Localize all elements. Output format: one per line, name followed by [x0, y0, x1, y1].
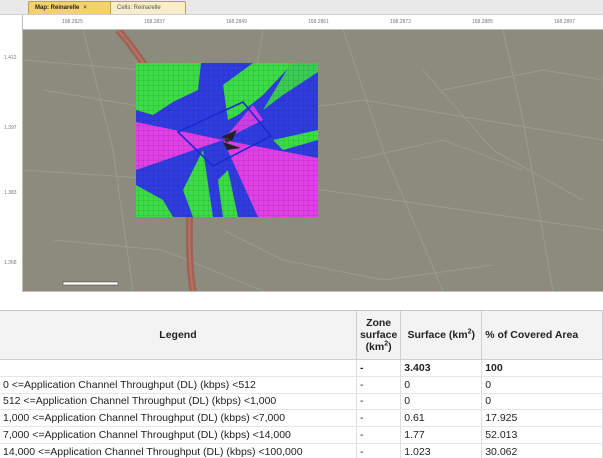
ruler-top: 168.2825 168.2837 168.2849 168.2861 168.… — [22, 15, 603, 30]
legend-header-label: Legend — [159, 329, 197, 341]
ruler-left-tick: 1.412 — [4, 55, 17, 61]
table-row[interactable]: 7,000 <=Application Channel Throughput (… — [0, 426, 603, 444]
zone-cell: - — [356, 409, 402, 428]
table-row[interactable]: 1,000 <=Application Channel Throughput (… — [0, 409, 603, 428]
tab-cells[interactable]: Cells: Reinarelle — [110, 1, 186, 14]
zone-surface-header[interactable]: Zone surface (km2) — [356, 311, 402, 360]
tab-map-label: Map: Reinarelle — [35, 5, 80, 11]
surface-header[interactable]: Surface (km2) — [400, 311, 483, 360]
close-tab-icon[interactable]: × — [83, 5, 87, 11]
tab-cells-label: Cells: Reinarelle — [117, 5, 161, 11]
zone-cell: - — [356, 376, 402, 394]
surface-cell: 0.61 — [400, 409, 483, 428]
legend-cell: 14,000 <=Application Channel Throughput … — [0, 443, 357, 458]
ruler-top-tick: 168.2849 — [226, 19, 247, 25]
ruler-top-tick: 168.2885 — [472, 19, 493, 25]
zone-cell: - — [356, 426, 402, 444]
legend-cell: 512 <=Application Channel Throughput (DL… — [0, 393, 357, 411]
zone-cell: - — [356, 443, 402, 458]
ruler-top-tick: 168.2897 — [554, 19, 575, 25]
ruler-left-tick: 1.368 — [4, 260, 17, 266]
tab-map[interactable]: Map: Reinarelle × — [28, 1, 122, 14]
table-header-row: Legend Zone surface (km2) Surface (km2) … — [0, 311, 603, 360]
map-window: Map: Reinarelle × Cells: Reinarelle 168.2… — [0, 0, 603, 311]
ruler-left: 1.412 1.397 1.383 1.368 — [0, 15, 23, 310]
scale-bar — [62, 281, 119, 286]
surface-header-label: Surface (km — [407, 329, 468, 341]
pct-cell: 17.925 — [481, 409, 603, 428]
ruler-left-tick: 1.383 — [4, 190, 17, 196]
surface-cell: 0 — [400, 376, 483, 394]
ruler-top-tick: 168.2873 — [390, 19, 411, 25]
legend-cell — [0, 359, 357, 377]
zone-header-close: ) — [388, 341, 392, 353]
legend-cell: 7,000 <=Application Channel Throughput (… — [0, 426, 357, 444]
table-row[interactable]: 0 <=Application Channel Throughput (DL) … — [0, 376, 603, 394]
ruler-top-tick: 168.2861 — [308, 19, 329, 25]
surface-cell: 3.403 — [400, 359, 483, 377]
pct-cell: 30.062 — [481, 443, 603, 458]
surface-cell: 1.023 — [400, 443, 483, 458]
legend-header[interactable]: Legend — [0, 311, 357, 360]
covered-area-header-label: % of Covered Area — [485, 329, 579, 341]
zone-cell: - — [356, 359, 402, 377]
legend-cell: 0 <=Application Channel Throughput (DL) … — [0, 376, 357, 394]
pct-cell: 0 — [481, 376, 603, 394]
ruler-left-tick: 1.397 — [4, 125, 17, 131]
covered-area-header[interactable]: % of Covered Area — [481, 311, 603, 360]
ruler-top-tick: 168.2825 — [62, 19, 83, 25]
tab-strip: Map: Reinarelle × Cells: Reinarelle — [0, 0, 603, 15]
ruler-bottom — [22, 291, 603, 310]
pct-cell: 100 — [481, 359, 603, 377]
ruler-top-tick: 168.2837 — [144, 19, 165, 25]
zone-cell: - — [356, 393, 402, 411]
pct-cell: 0 — [481, 393, 603, 411]
table-row[interactable]: 14,000 <=Application Channel Throughput … — [0, 443, 603, 458]
table-row[interactable]: 512 <=Application Channel Throughput (DL… — [0, 393, 603, 411]
surface-cell: 0 — [400, 393, 483, 411]
surface-cell: 1.77 — [400, 426, 483, 444]
zone-header-line2: surface — [359, 329, 398, 341]
pct-cell: 52.013 — [481, 426, 603, 444]
zone-header-line3: (km — [365, 341, 385, 353]
table-row-total[interactable]: - 3.403 100 — [0, 359, 603, 377]
coverage-statistics-table: Legend Zone surface (km2) Surface (km2) … — [0, 311, 603, 458]
legend-cell: 1,000 <=Application Channel Throughput (… — [0, 409, 357, 428]
zone-header-line1: Zone — [366, 317, 392, 329]
coverage-map[interactable] — [23, 30, 603, 291]
surface-header-close: ) — [471, 329, 476, 341]
